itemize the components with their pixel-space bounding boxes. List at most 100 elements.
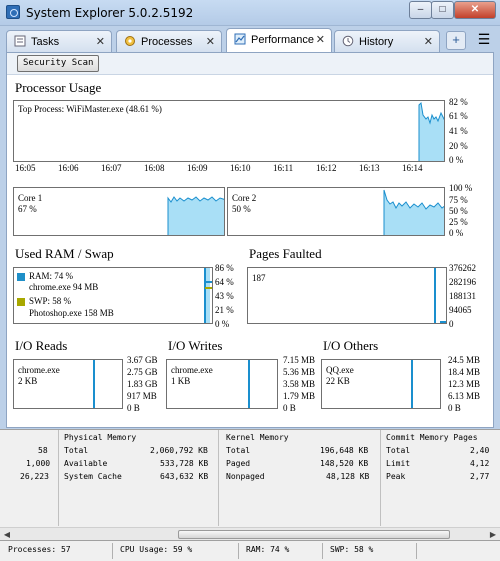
core2-value: 50 % (232, 204, 251, 214)
ram-top-process: chrome.exe 94 MB (29, 282, 99, 292)
close-icon[interactable]: ✕ (316, 30, 325, 50)
cpu-x-tick: 16:08 (144, 163, 165, 173)
cpu-y-tick: 82 % (449, 97, 468, 107)
tab-processes[interactable]: Processes ✕ (116, 30, 222, 52)
cpu-x-tick: 16:07 (101, 163, 122, 173)
processor-usage-graph: Top Process: WiFiMaster.exe (48.61 %) (13, 100, 445, 162)
close-window-button[interactable]: ✕ (454, 1, 496, 19)
io-others-title: I/O Others (323, 338, 379, 353)
column-divider (218, 430, 219, 526)
core-y-tick: 75 % (449, 195, 468, 205)
io-others-y-tick: 24.5 MB (448, 355, 481, 365)
cpu-x-tick: 16:11 (273, 163, 294, 173)
io-writes-y-tick: 3.58 MB (283, 379, 316, 389)
faults-y-tick: 376262 (449, 263, 476, 273)
io-reads-y-tick: 0 B (127, 403, 140, 413)
io-writes-y-tick: 7.15 MB (283, 355, 316, 365)
commit-peak-value: 2,77 (470, 472, 490, 481)
minimize-button[interactable]: – (409, 1, 432, 19)
close-icon[interactable]: ✕ (206, 32, 215, 52)
physical-cache-label: System Cache (64, 472, 122, 481)
title-bar: System Explorer 5.0.2.5192 – □ ✕ (0, 0, 500, 26)
stat-left-value: 26,223 (20, 472, 49, 481)
tab-performance-label: Performance (251, 34, 314, 46)
ram-swap-graph: RAM: 74 % chrome.exe 94 MB SWP: 58 % Pho… (13, 267, 213, 324)
physical-cache-value: 643,632 KB (160, 472, 209, 481)
security-scan-button[interactable]: Security Scan (17, 55, 100, 72)
new-tab-button[interactable]: + (446, 31, 466, 50)
column-divider (58, 430, 59, 526)
kernel-paged-value: 148,520 KB (320, 459, 369, 468)
commit-total-label: Total (386, 446, 411, 455)
status-ram: RAM: 74 % (246, 545, 290, 554)
cpu-x-tick: 16:06 (58, 163, 79, 173)
core2-label: Core 2 (232, 193, 257, 203)
status-divider (416, 543, 417, 559)
kernel-total-value: 196,648 KB (320, 446, 369, 455)
kernel-nonpaged-label: Nonpaged (226, 472, 265, 481)
close-icon[interactable]: ✕ (424, 32, 433, 52)
tab-processes-label: Processes (141, 36, 193, 48)
cpu-x-tick: 16:10 (230, 163, 251, 173)
tab-performance[interactable]: Performance ✕ (226, 28, 332, 52)
io-others-y-tick: 12.3 MB (448, 379, 481, 389)
status-divider (112, 543, 113, 559)
commit-limit-value: 4,12 (470, 459, 490, 468)
horizontal-scrollbar[interactable]: ◀ ▶ (0, 527, 500, 541)
io-others-y-tick: 0 B (448, 403, 461, 413)
tab-tasks[interactable]: Tasks ✕ (6, 30, 112, 52)
cpu-x-tick: 16:13 (359, 163, 380, 173)
cpu-y-tick: 20 % (449, 141, 468, 151)
io-writes-y-tick: 5.36 MB (283, 367, 316, 377)
io-writes-title: I/O Writes (168, 338, 223, 353)
cpu-y-tick: 61 % (449, 111, 468, 121)
core1-label: Core 1 (18, 193, 43, 203)
io-others-process: QQ.exe (326, 365, 354, 375)
pages-faulted-title: Pages Faulted (249, 246, 322, 261)
swp-label: SWP: 58 % (29, 296, 72, 306)
pages-faulted-graph: 187 (247, 267, 447, 324)
status-cpu: CPU Usage: 59 % (120, 545, 193, 554)
menu-icon[interactable]: ☰ (476, 30, 492, 50)
cpu-x-tick: 16:09 (187, 163, 208, 173)
io-writes-value: 1 KB (171, 376, 191, 386)
io-reads-title: I/O Reads (15, 338, 68, 353)
top-process-label: Top Process: WiFiMaster.exe (48.61 %) (18, 104, 162, 114)
tab-tasks-label: Tasks (31, 36, 60, 48)
commit-limit-label: Limit (386, 459, 411, 468)
performance-icon (234, 33, 246, 45)
cpu-y-tick: 0 % (449, 155, 464, 165)
core-y-tick: 100 % (449, 183, 473, 193)
kernel-paged-label: Paged (226, 459, 251, 468)
tab-history[interactable]: History ✕ (334, 30, 440, 52)
io-reads-y-tick: 1.83 GB (127, 379, 158, 389)
tab-history-label: History (359, 36, 394, 48)
ram-y-tick: 43 % (215, 291, 234, 301)
io-writes-y-tick: 1.79 MB (283, 391, 316, 401)
ram-y-tick: 0 % (215, 319, 230, 329)
close-icon[interactable]: ✕ (96, 32, 105, 52)
swp-legend-swatch (17, 298, 25, 306)
tasks-icon (14, 35, 26, 47)
kernel-memory-header: Kernel Memory (226, 433, 289, 442)
physical-total-label: Total (64, 446, 89, 455)
scrollbar-thumb[interactable] (178, 530, 450, 539)
io-reads-y-tick: 2.75 GB (127, 367, 158, 377)
io-reads-y-tick: 3.67 GB (127, 355, 158, 365)
core-y-tick: 0 % (449, 228, 464, 238)
maximize-button[interactable]: □ (431, 1, 454, 19)
core-y-tick: 25 % (449, 217, 468, 227)
pages-faulted-plot (434, 268, 446, 323)
io-others-y-tick: 6.13 MB (448, 391, 481, 401)
window-title: System Explorer 5.0.2.5192 (26, 6, 194, 20)
stat-left-value: 58 (38, 446, 48, 455)
status-divider (322, 543, 323, 559)
io-others-graph: QQ.exe 22 KB (321, 359, 441, 409)
core1-graph: Core 1 67 % (13, 187, 225, 236)
cpu-x-tick: 16:14 (402, 163, 423, 173)
physical-available-value: 533,728 KB (160, 459, 209, 468)
core2-plot (383, 189, 444, 235)
column-divider (380, 430, 381, 526)
io-writes-y-tick: 0 B (283, 403, 296, 413)
io-reads-y-tick: 917 MB (127, 391, 157, 401)
